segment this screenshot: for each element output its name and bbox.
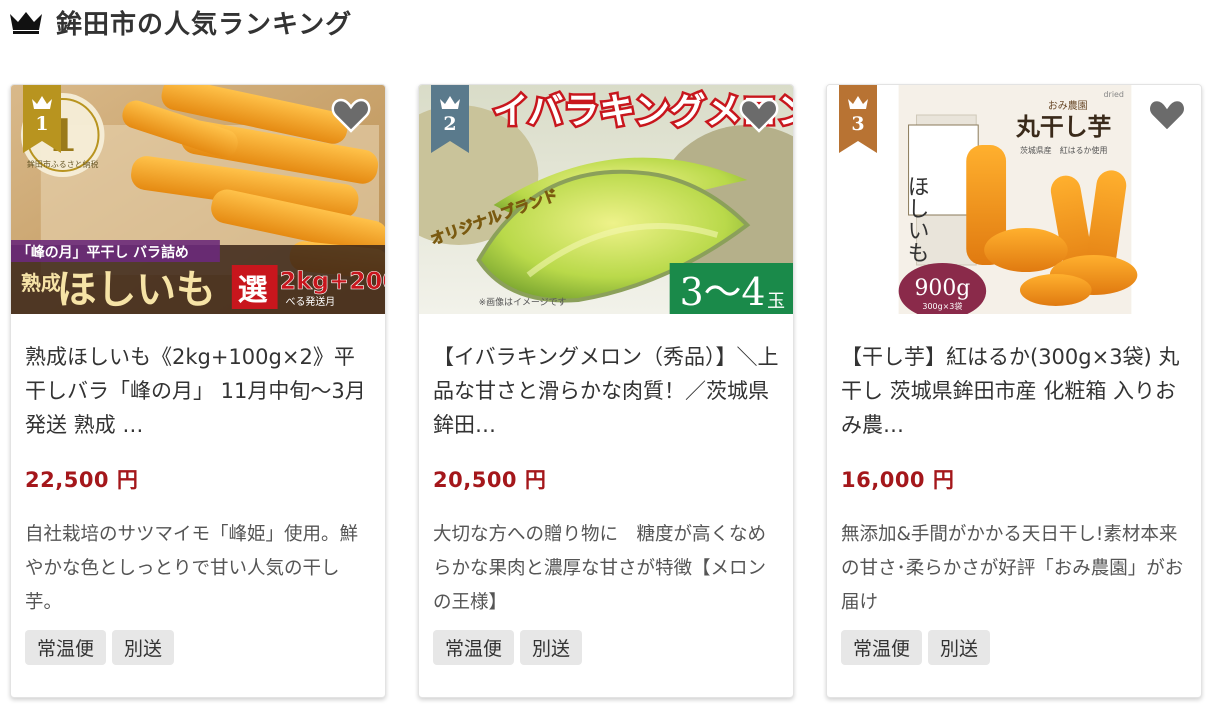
svg-text:茨城県産 紅はるか使用: 茨城県産 紅はるか使用 — [1020, 145, 1107, 155]
product-title[interactable]: 熟成ほしいも《2kg+100g×2》平干しバラ「峰の月」 11月中旬～3月発送 … — [25, 340, 371, 444]
svg-text:ほしいも: ほしいも — [57, 267, 216, 313]
rank-badge: 3 — [839, 85, 877, 153]
product-image[interactable]: ほしいも おみ農園 丸干し芋 茨城県産 紅はるか使用 dried 900g 30… — [827, 85, 1201, 314]
hoshiimo-photo: 「峰の月」平干し バラ詰め 熟成 ほしいも 選 2kg+200g べる発送月 1… — [11, 85, 385, 314]
section-title: 鉾田市の人気ランキング — [56, 9, 353, 40]
product-title[interactable]: 【干し芋】紅はるか(300g×3袋) 丸干し 茨城県鉾田市産 化粧箱 入りおみ農… — [841, 340, 1187, 444]
product-price: 22,500 円 — [25, 468, 139, 492]
svg-text:熟成: 熟成 — [21, 271, 61, 295]
svg-text:900g: 900g — [914, 276, 970, 301]
tag-list: 常温便 別送 — [433, 630, 779, 665]
svg-text:丸干し芋: 丸干し芋 — [1015, 113, 1112, 141]
rank-badge: 2 — [431, 85, 469, 153]
tag-shipping: 常温便 — [841, 630, 923, 665]
tag-list: 常温便 別送 — [841, 630, 1187, 665]
product-card-1[interactable]: 「峰の月」平干し バラ詰め 熟成 ほしいも 選 2kg+200g べる発送月 1… — [10, 84, 386, 698]
product-title[interactable]: 【イバラキングメロン（秀品）】＼上品な甘さと滑らかな肉質！／茨城県鉾田… — [433, 340, 779, 444]
rank-badge: 1 — [23, 85, 61, 153]
product-description: 自社栽培のサツマイモ「峰姫」使用。鮮やかな色としっとりで甘い人気の干し芋。 — [25, 524, 359, 613]
svg-text:dried: dried — [1104, 90, 1124, 99]
product-image[interactable]: 「峰の月」平干し バラ詰め 熟成 ほしいも 選 2kg+200g べる発送月 1… — [11, 85, 385, 314]
product-card-2[interactable]: イバラキングメロン オリジナルブランド 3～4 玉 ※画像はイメージです 2 【… — [418, 84, 794, 698]
svg-text:鉾田市ふるさと納税: 鉾田市ふるさと納税 — [27, 159, 99, 169]
product-description: 大切な方への贈り物に 糖度が高くなめらかな果肉と濃厚な甘さが特徴【メロンの王様】 — [433, 524, 767, 613]
tag-separate: 別送 — [928, 630, 991, 665]
svg-text:※画像はイメージです: ※画像はイメージです — [479, 296, 567, 308]
tag-list: 常温便 別送 — [25, 630, 371, 665]
product-price: 16,000 円 — [841, 468, 955, 492]
svg-text:ほしいも: ほしいも — [904, 175, 929, 263]
svg-text:べる発送月: べる発送月 — [286, 295, 336, 308]
product-description: 無添加&手間がかかる天日干し!素材本来の甘さ･柔らかさが好評「おみ農園」がお届け — [841, 524, 1184, 613]
ranking-header: 鉾田市の人気ランキング — [8, 2, 352, 42]
svg-text:「峰の月」平干し バラ詰め: 「峰の月」平干し バラ詰め — [17, 244, 189, 261]
maruboshi-photo: ほしいも おみ農園 丸干し芋 茨城県産 紅はるか使用 dried 900g 30… — [827, 85, 1201, 314]
svg-text:選: 選 — [238, 273, 268, 308]
product-image[interactable]: イバラキングメロン オリジナルブランド 3～4 玉 ※画像はイメージです 2 — [419, 85, 793, 314]
product-card-3[interactable]: ほしいも おみ農園 丸干し芋 茨城県産 紅はるか使用 dried 900g 30… — [826, 84, 1202, 698]
svg-text:3～4: 3～4 — [680, 270, 766, 314]
tag-separate: 別送 — [112, 630, 175, 665]
svg-text:玉: 玉 — [767, 291, 785, 312]
svg-text:2kg+200g: 2kg+200g — [280, 267, 385, 295]
heart-icon[interactable] — [331, 97, 371, 133]
heart-icon[interactable] — [1147, 97, 1187, 133]
svg-text:300g×3袋: 300g×3袋 — [922, 301, 962, 311]
tag-shipping: 常温便 — [433, 630, 515, 665]
crown-icon — [10, 12, 42, 34]
tag-separate: 別送 — [520, 630, 583, 665]
heart-icon[interactable] — [739, 97, 779, 133]
melon-photo: イバラキングメロン オリジナルブランド 3～4 玉 ※画像はイメージです — [419, 85, 793, 314]
svg-text:おみ農園: おみ農園 — [1048, 99, 1088, 112]
product-price: 20,500 円 — [433, 468, 547, 492]
tag-shipping: 常温便 — [25, 630, 107, 665]
